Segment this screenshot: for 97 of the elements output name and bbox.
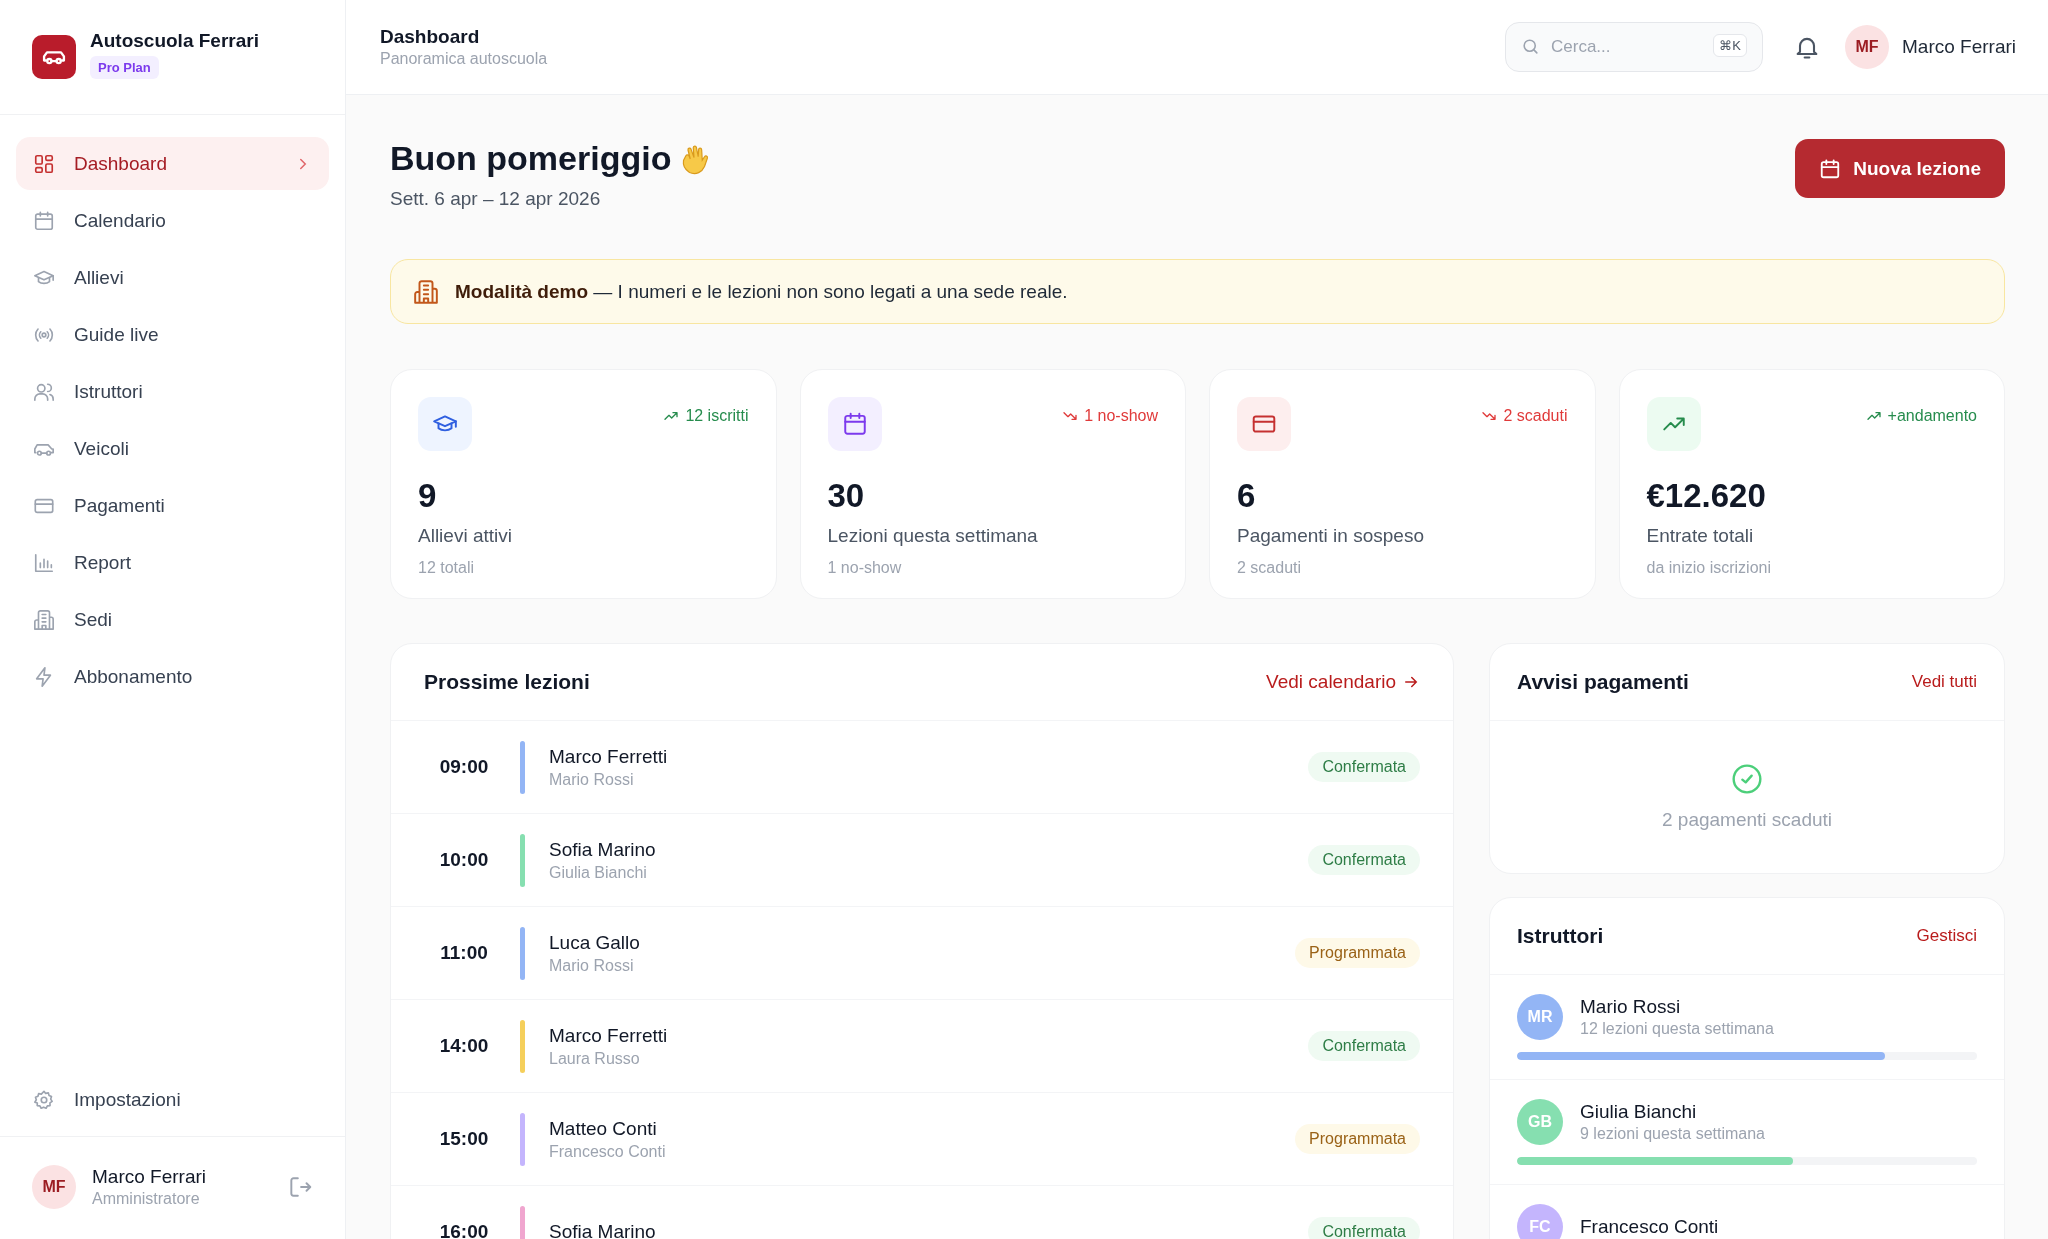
student-name: Luca Gallo xyxy=(549,931,641,954)
instructor-avatar: MR xyxy=(1517,994,1563,1040)
instructor-avatar: GB xyxy=(1517,1099,1563,1145)
logo-icon xyxy=(32,35,76,79)
stat-note: da inizio iscrizioni xyxy=(1646,559,1772,577)
lesson-time: 09:00 xyxy=(438,756,490,778)
chart-icon xyxy=(33,551,55,574)
stat-value: 6 xyxy=(1237,477,1257,515)
school-name: Autoscuola Ferrari xyxy=(90,30,259,52)
user-avatar[interactable]: MF xyxy=(1845,25,1889,69)
nav-item[interactable]: Guide live xyxy=(16,308,329,361)
nav-item[interactable]: Calendario xyxy=(16,194,329,247)
lesson-time: 10:00 xyxy=(438,849,490,871)
trend-label: 12 iscritti xyxy=(685,407,749,425)
nav-item[interactable]: Pagamenti xyxy=(16,479,329,532)
stat-label: Lezioni questa settimana xyxy=(827,525,1039,547)
stat-note: 1 no-show xyxy=(827,559,903,577)
student-name: Marco Ferretti xyxy=(549,745,669,768)
student-name: Matteo Conti xyxy=(549,1117,658,1140)
users-icon xyxy=(33,380,55,403)
lesson-row[interactable]: 11:00 Luca Gallo Mario Rossi Programmata xyxy=(391,907,1453,1000)
payments-message: 2 pagamenti scaduti xyxy=(1661,809,1833,831)
card-title: Prossime lezioni xyxy=(424,670,590,694)
instructor-name: Mario Rossi xyxy=(1580,996,1682,1018)
instructor-name: Mario Rossi xyxy=(549,770,635,789)
lesson-row[interactable]: 15:00 Matteo Conti Francesco Conti Programmata xyxy=(391,1093,1453,1186)
nav-item[interactable]: Report xyxy=(16,536,329,589)
lesson-row[interactable]: 16:00 Sofia Marino Confermata xyxy=(391,1186,1453,1239)
lesson-count: 12 lezioni questa settimana xyxy=(1580,1020,1775,1038)
lesson-count: 9 lezioni questa settimana xyxy=(1580,1125,1766,1143)
status-badge: Programmata xyxy=(1295,938,1420,968)
page-title: Dashboard xyxy=(380,26,481,48)
building-icon xyxy=(413,278,439,305)
building-icon xyxy=(33,608,55,631)
status-badge: Confermata xyxy=(1308,1217,1420,1239)
card-title: Istruttori xyxy=(1517,924,1604,948)
user-name: Marco Ferrari xyxy=(92,1166,207,1188)
status-badge: Confermata xyxy=(1308,845,1420,875)
calendar-link[interactable]: Vedi calendario xyxy=(1266,671,1420,693)
nav-item[interactable]: Dashboard xyxy=(16,137,329,190)
stat-label: Entrate totali xyxy=(1646,525,1755,547)
stat-value: 30 xyxy=(827,477,866,515)
instructor-name: Giulia Bianchi xyxy=(549,863,648,882)
card-title: Avvisi pagamenti xyxy=(1517,670,1689,694)
instructor-name: Giulia Bianchi xyxy=(1580,1101,1698,1123)
shortcut-key: ⌘K xyxy=(1713,34,1747,57)
manage-link[interactable]: Gestisci xyxy=(1916,926,1977,946)
nav-item[interactable]: Veicoli xyxy=(16,422,329,475)
calendar-icon xyxy=(841,411,868,437)
lesson-time: 16:00 xyxy=(438,1221,490,1239)
plan-badge: Pro Plan xyxy=(90,56,159,79)
instructor-name: Laura Russo xyxy=(549,1049,641,1068)
stat-note: 12 totali xyxy=(418,559,476,577)
settings-icon xyxy=(33,1088,55,1111)
nav-item[interactable]: Istruttori xyxy=(16,365,329,418)
instructor-name: Mario Rossi xyxy=(549,956,635,975)
calendar-icon xyxy=(1819,157,1842,180)
lesson-row[interactable]: 14:00 Marco Ferretti Laura Russo Confermata xyxy=(391,1000,1453,1093)
student-name: Marco Ferretti xyxy=(549,1024,669,1047)
instructor-avatar: FC xyxy=(1517,1204,1563,1239)
status-badge: Confermata xyxy=(1308,1031,1420,1061)
user-role: Amministratore xyxy=(92,1190,201,1208)
trend-label: +andamento xyxy=(1887,407,1977,425)
trend-label: 1 no-show xyxy=(1084,407,1158,425)
lesson-time: 11:00 xyxy=(439,942,489,964)
stat-note: 2 scaduti xyxy=(1237,559,1303,577)
trend-label: 2 scaduti xyxy=(1503,407,1568,425)
status-badge: Programmata xyxy=(1295,1124,1420,1154)
stat-value: €12.620 xyxy=(1646,477,1767,515)
settings-item[interactable]: Impostazioni xyxy=(16,1073,329,1126)
lesson-time: 15:00 xyxy=(438,1128,490,1150)
user-name: Marco Ferrari xyxy=(1902,36,2016,58)
nav-item[interactable]: Sedi xyxy=(16,593,329,646)
stat-label: Allievi attivi xyxy=(418,525,513,547)
greeting-title: Buon pomeriggio xyxy=(390,139,672,178)
lesson-row[interactable]: 09:00 Marco Ferretti Mario Rossi Confermata xyxy=(391,721,1453,814)
demo-message: Modalità demo — I numeri e le lezioni non sono legati a una sede reale. xyxy=(455,280,1068,303)
stat-label: Pagamenti in sospeso xyxy=(1237,525,1425,547)
page-subtitle: Panoramica autoscuola xyxy=(380,50,549,68)
status-badge: Confermata xyxy=(1308,752,1420,782)
new-lesson-button[interactable]: Nuova lezione xyxy=(1795,139,2005,198)
lesson-time: 14:00 xyxy=(438,1035,490,1057)
nav-item[interactable]: Abbonamento xyxy=(16,650,329,703)
search-icon xyxy=(1521,37,1540,56)
week-range: Sett. 6 apr – 12 apr 2026 xyxy=(390,188,602,210)
student-name: Sofia Marino xyxy=(549,838,657,861)
user-avatar: MF xyxy=(32,1165,76,1209)
see-all-link[interactable]: Vedi tutti xyxy=(1911,672,1977,692)
lesson-row[interactable]: 10:00 Sofia Marino Giulia Bianchi Confermata xyxy=(391,814,1453,907)
nav-item[interactable]: Allievi xyxy=(16,251,329,304)
calendar-icon xyxy=(33,209,55,232)
student-name: Sofia Marino xyxy=(549,1221,657,1239)
grid-icon xyxy=(33,152,55,175)
instructor-name: Francesco Conti xyxy=(1580,1216,1720,1238)
stat-value: 9 xyxy=(418,477,438,515)
instructor-name: Francesco Conti xyxy=(549,1142,667,1161)
check-circle-icon xyxy=(1731,763,1763,795)
